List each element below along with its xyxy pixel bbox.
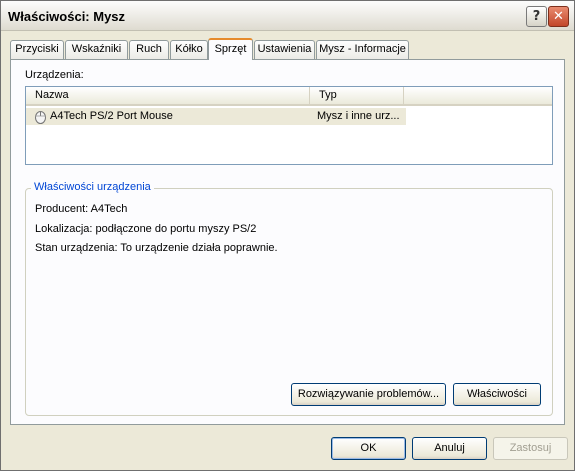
ok-button[interactable]: OK bbox=[331, 437, 406, 460]
status-text: Stan urządzenia: To urządzenie działa po… bbox=[35, 242, 278, 254]
properties-window: Właściwości: Mysz ? ✕ Przyciski Wskaźnik… bbox=[0, 0, 575, 471]
devices-list[interactable]: Nazwa Typ A4Tech PS/2 Port Mouse Mysz i … bbox=[25, 86, 553, 165]
window-title: Właściwości: Mysz bbox=[8, 9, 126, 24]
device-properties-title: Właściwości urządzenia bbox=[31, 181, 154, 193]
tab-ustawienia[interactable]: Ustawienia bbox=[254, 40, 315, 59]
list-header: Nazwa Typ bbox=[26, 87, 552, 106]
cancel-button[interactable]: Anuluj bbox=[412, 437, 487, 460]
close-button[interactable]: ✕ bbox=[548, 6, 569, 27]
tab-sprzet[interactable]: Sprzęt bbox=[208, 38, 253, 60]
device-properties-button[interactable]: Właściwości bbox=[453, 383, 541, 406]
mouse-icon bbox=[35, 111, 46, 124]
troubleshoot-button[interactable]: Rozwiązywanie problemów... bbox=[291, 383, 446, 406]
column-header-type[interactable]: Typ bbox=[310, 87, 404, 104]
tab-wskazniki[interactable]: Wskaźniki bbox=[65, 40, 128, 59]
title-bar[interactable]: Właściwości: Mysz ? ✕ bbox=[1, 1, 574, 31]
tab-kolko[interactable]: Kółko bbox=[170, 40, 208, 59]
location-text: Lokalizacja: podłączone do portu myszy P… bbox=[35, 223, 257, 235]
devices-label: Urządzenia: bbox=[25, 69, 84, 81]
tab-przyciski[interactable]: Przyciski bbox=[10, 40, 64, 59]
device-type: Mysz i inne urz... bbox=[317, 110, 400, 122]
list-item[interactable]: A4Tech PS/2 Port Mouse Mysz i inne urz..… bbox=[26, 108, 406, 125]
apply-button[interactable]: Zastosuj bbox=[493, 437, 568, 460]
tab-mysz-informacje[interactable]: Mysz - Informacje bbox=[316, 40, 409, 59]
tab-ruch[interactable]: Ruch bbox=[129, 40, 169, 59]
column-header-name[interactable]: Nazwa bbox=[26, 87, 310, 104]
manufacturer-text: Producent: A4Tech bbox=[35, 203, 128, 215]
help-button[interactable]: ? bbox=[526, 6, 547, 27]
device-name: A4Tech PS/2 Port Mouse bbox=[50, 110, 173, 122]
